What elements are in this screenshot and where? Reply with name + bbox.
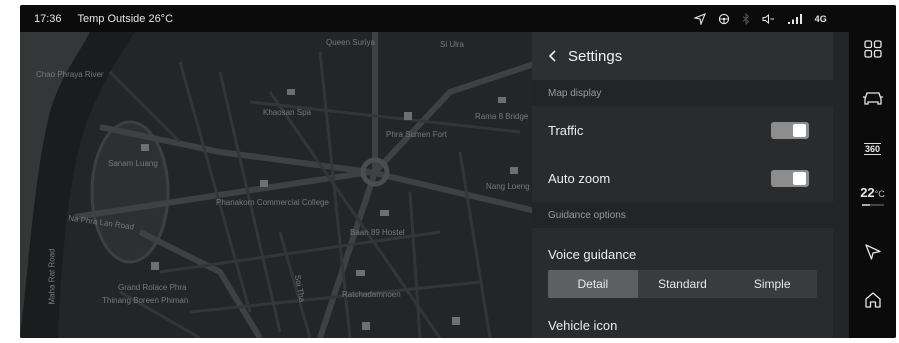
page-title: Settings	[568, 47, 623, 65]
outside-temperature: Temp Outside 26°C	[77, 12, 174, 25]
toggle-knob	[793, 171, 806, 185]
section-map-display: Map display	[532, 80, 833, 106]
vehicle-icon-label[interactable]: Vehicle icon	[548, 318, 617, 333]
map-label: Grand Rolace Phra	[118, 283, 187, 292]
climate-temp-value: 22	[860, 185, 875, 200]
map-label: Si Ulra	[440, 40, 465, 49]
temperature-slider-fill	[861, 204, 870, 206]
climate-control[interactable]: 22°C	[849, 185, 896, 206]
status-bar: 17:36 Temp Outside 26°C 4G	[20, 5, 849, 32]
auto-zoom-row[interactable]: Auto zoom	[532, 154, 833, 202]
signal-icon	[787, 13, 803, 25]
voice-option-simple[interactable]: Simple	[727, 270, 817, 298]
map-label: Phanakorn Commercial College	[216, 198, 329, 207]
temperature-slider	[861, 204, 884, 206]
map-label: Sanam Luang	[108, 159, 158, 168]
voice-option-standard[interactable]: Standard	[638, 270, 728, 298]
steering-icon	[718, 13, 730, 25]
network-type: 4G	[814, 13, 827, 24]
360-label: 360	[863, 143, 882, 155]
map-label: Chao Phraya River	[36, 70, 104, 79]
map-label: Ratchadamnoen	[342, 290, 401, 299]
map-label: Rama 8 Bridge	[475, 112, 529, 121]
traffic-toggle[interactable]	[771, 121, 809, 139]
navigation-arrow-icon	[693, 12, 706, 25]
status-icons: 4G	[693, 5, 827, 32]
home-icon[interactable]	[849, 290, 896, 310]
bluetooth-icon	[742, 12, 750, 25]
right-sidebar: 360 22°C	[849, 5, 896, 338]
settings-panel: Settings Map display Traffic Auto zoom G…	[532, 32, 833, 338]
auto-zoom-label: Auto zoom	[548, 170, 611, 186]
auto-zoom-toggle[interactable]	[771, 169, 809, 187]
back-arrow-icon[interactable]	[542, 45, 564, 67]
map-label: Thinang Boreen Phiman	[102, 296, 189, 305]
infotainment-screen: 17:36 Temp Outside 26°C 4G Chao Phraya R…	[20, 5, 896, 338]
climate-temp-unit: °C	[874, 189, 885, 199]
traffic-row[interactable]: Traffic	[532, 106, 833, 154]
main-area: 17:36 Temp Outside 26°C 4G Chao Phraya R…	[20, 5, 849, 338]
map-label: Baan 89 Hostel	[350, 228, 405, 237]
voice-guidance-label: Voice guidance	[548, 247, 637, 262]
car-icon[interactable]	[849, 89, 896, 107]
settings-header: Settings	[532, 32, 833, 80]
map-label: Khaosan Spa	[263, 108, 312, 117]
map-label: Maha Rat Road	[47, 248, 57, 305]
navigation-icon[interactable]	[849, 243, 896, 261]
map-label: Queen Suriya	[326, 38, 375, 47]
traffic-label: Traffic	[548, 122, 584, 138]
climate-temperature: 22°C	[860, 185, 885, 200]
voice-guidance-selector: Detail Standard Simple	[548, 270, 817, 298]
volume-icon	[762, 13, 775, 25]
voice-option-detail[interactable]: Detail	[548, 270, 638, 298]
360-camera-icon[interactable]: 360	[849, 143, 896, 155]
toggle-knob	[793, 123, 806, 137]
clock: 17:36	[34, 12, 62, 25]
section-guidance-options: Guidance options	[532, 202, 833, 228]
map-label: Phra Sumen Fort	[386, 130, 447, 139]
apps-grid-icon[interactable]	[849, 39, 896, 59]
